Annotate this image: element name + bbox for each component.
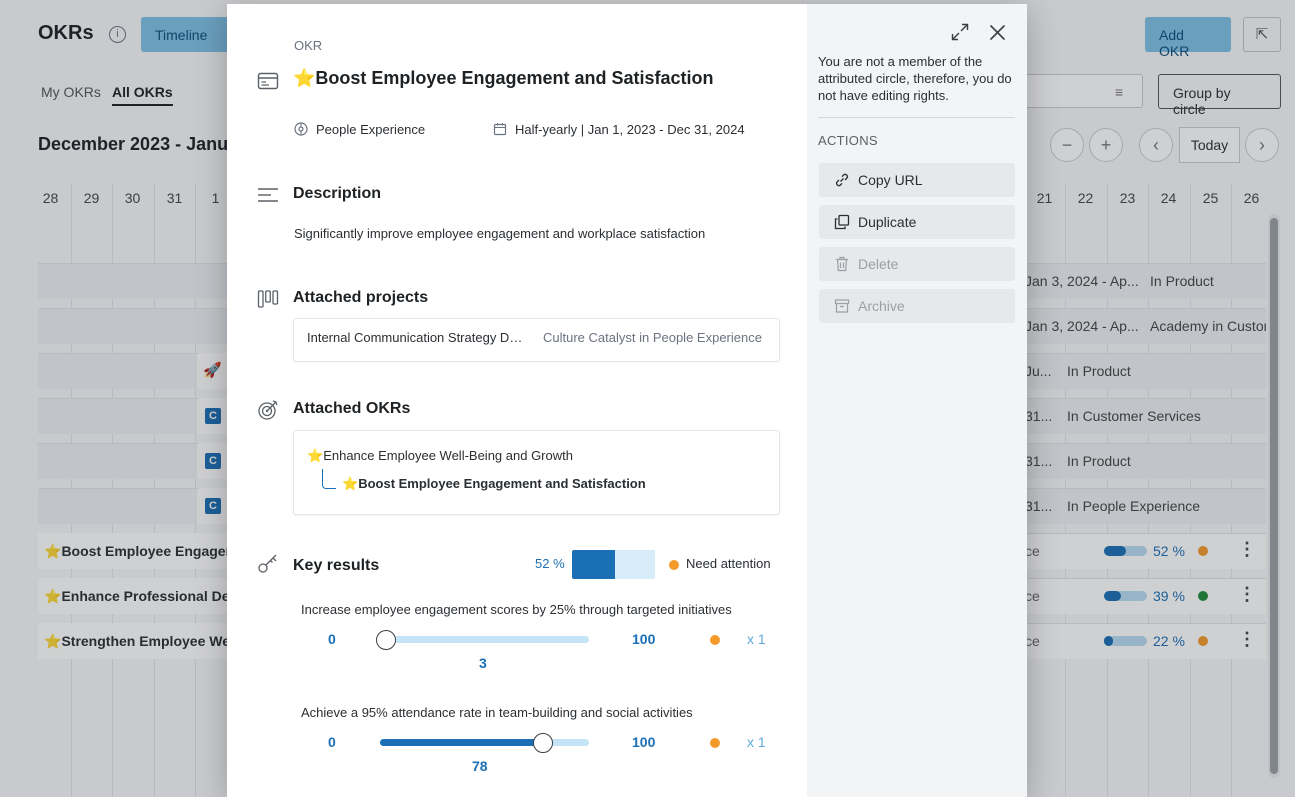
description-heading: Description bbox=[293, 185, 382, 202]
okr-detail-modal: OKR ⭐Boost Employee Engagement and Satis… bbox=[227, 4, 1027, 797]
key-result-min: 0 bbox=[328, 734, 336, 750]
key-result-title[interactable]: Increase employee engagement scores by 2… bbox=[301, 602, 732, 617]
key-result-min: 0 bbox=[328, 631, 336, 647]
description-icon bbox=[258, 188, 278, 202]
trash-icon bbox=[836, 256, 848, 272]
key-result-value: 3 bbox=[479, 655, 487, 671]
key-result-slider-thumb[interactable] bbox=[533, 733, 554, 753]
delete-button[interactable]: Delete bbox=[819, 247, 1015, 281]
okr-progress-label: 52 % bbox=[535, 556, 565, 571]
projects-icon bbox=[257, 290, 279, 308]
attached-projects-heading: Attached projects bbox=[293, 289, 429, 306]
okr-detail-sidebar: You are not a member of the attributed c… bbox=[807, 4, 1027, 797]
description-text[interactable]: Significantly improve employee engagemen… bbox=[294, 226, 705, 241]
key-result-slider-track[interactable] bbox=[380, 739, 589, 746]
key-icon bbox=[258, 554, 277, 573]
circle-icon bbox=[294, 122, 308, 136]
link-icon bbox=[835, 173, 849, 187]
duplicate-icon bbox=[834, 214, 850, 230]
copy-url-button[interactable]: Copy URL bbox=[819, 163, 1015, 197]
key-result-weight[interactable]: x 1 bbox=[747, 734, 766, 750]
key-result-weight[interactable]: x 1 bbox=[747, 631, 766, 647]
project-name: Internal Communication Strategy Developm… bbox=[307, 330, 527, 345]
actions-heading: ACTIONS bbox=[818, 133, 878, 148]
okr-type-label: OKR bbox=[294, 38, 323, 53]
current-okr: ⭐Boost Employee Engagement and Satisfact… bbox=[342, 476, 646, 491]
permission-notice: You are not a member of the attributed c… bbox=[818, 54, 1012, 103]
okr-status[interactable]: Need attention bbox=[686, 556, 771, 571]
star-icon: ⭐ bbox=[307, 448, 324, 463]
key-result-slider-track[interactable] bbox=[380, 636, 589, 643]
parent-okr[interactable]: ⭐Enhance Employee Well-Being and Growth bbox=[307, 448, 573, 464]
okr-title: ⭐Boost Employee Engagement and Satisfact… bbox=[293, 68, 714, 88]
divider bbox=[818, 117, 1015, 118]
close-icon[interactable] bbox=[989, 24, 1006, 41]
star-icon: ⭐ bbox=[342, 476, 359, 491]
star-icon: ⭐ bbox=[293, 68, 316, 88]
key-results-heading: Key results bbox=[293, 557, 380, 574]
okr-circle[interactable]: People Experience bbox=[294, 122, 425, 137]
okr-detail-main: OKR ⭐Boost Employee Engagement and Satis… bbox=[227, 4, 807, 797]
archive-button[interactable]: Archive bbox=[819, 289, 1015, 323]
attached-okrs-card: ⭐Enhance Employee Well-Being and Growth … bbox=[293, 430, 780, 515]
key-result-title[interactable]: Achieve a 95% attendance rate in team-bu… bbox=[301, 705, 693, 720]
okr-card-icon bbox=[257, 72, 279, 90]
status-dot bbox=[669, 560, 679, 570]
okr-progress-fill bbox=[572, 550, 616, 579]
key-result-max: 100 bbox=[632, 734, 656, 750]
okr-progress-bar bbox=[572, 550, 655, 579]
project-circle: Culture Catalyst in People Experience bbox=[543, 330, 762, 345]
attached-project-card[interactable]: Internal Communication Strategy Developm… bbox=[293, 318, 780, 362]
expand-icon[interactable] bbox=[951, 23, 969, 41]
target-icon bbox=[258, 400, 278, 420]
key-result-value: 78 bbox=[472, 758, 488, 774]
attached-okrs-heading: Attached OKRs bbox=[293, 400, 411, 417]
status-dot bbox=[710, 738, 720, 748]
duplicate-button[interactable]: Duplicate bbox=[819, 205, 1015, 239]
key-result-max: 100 bbox=[632, 631, 656, 647]
status-dot bbox=[710, 635, 720, 645]
key-result-slider-thumb[interactable] bbox=[376, 630, 397, 650]
calendar-icon bbox=[493, 123, 507, 136]
archive-icon bbox=[834, 299, 850, 313]
tree-connector bbox=[322, 469, 336, 489]
okr-period[interactable]: Half-yearly | Jan 1, 2023 - Dec 31, 2024 bbox=[493, 122, 745, 137]
